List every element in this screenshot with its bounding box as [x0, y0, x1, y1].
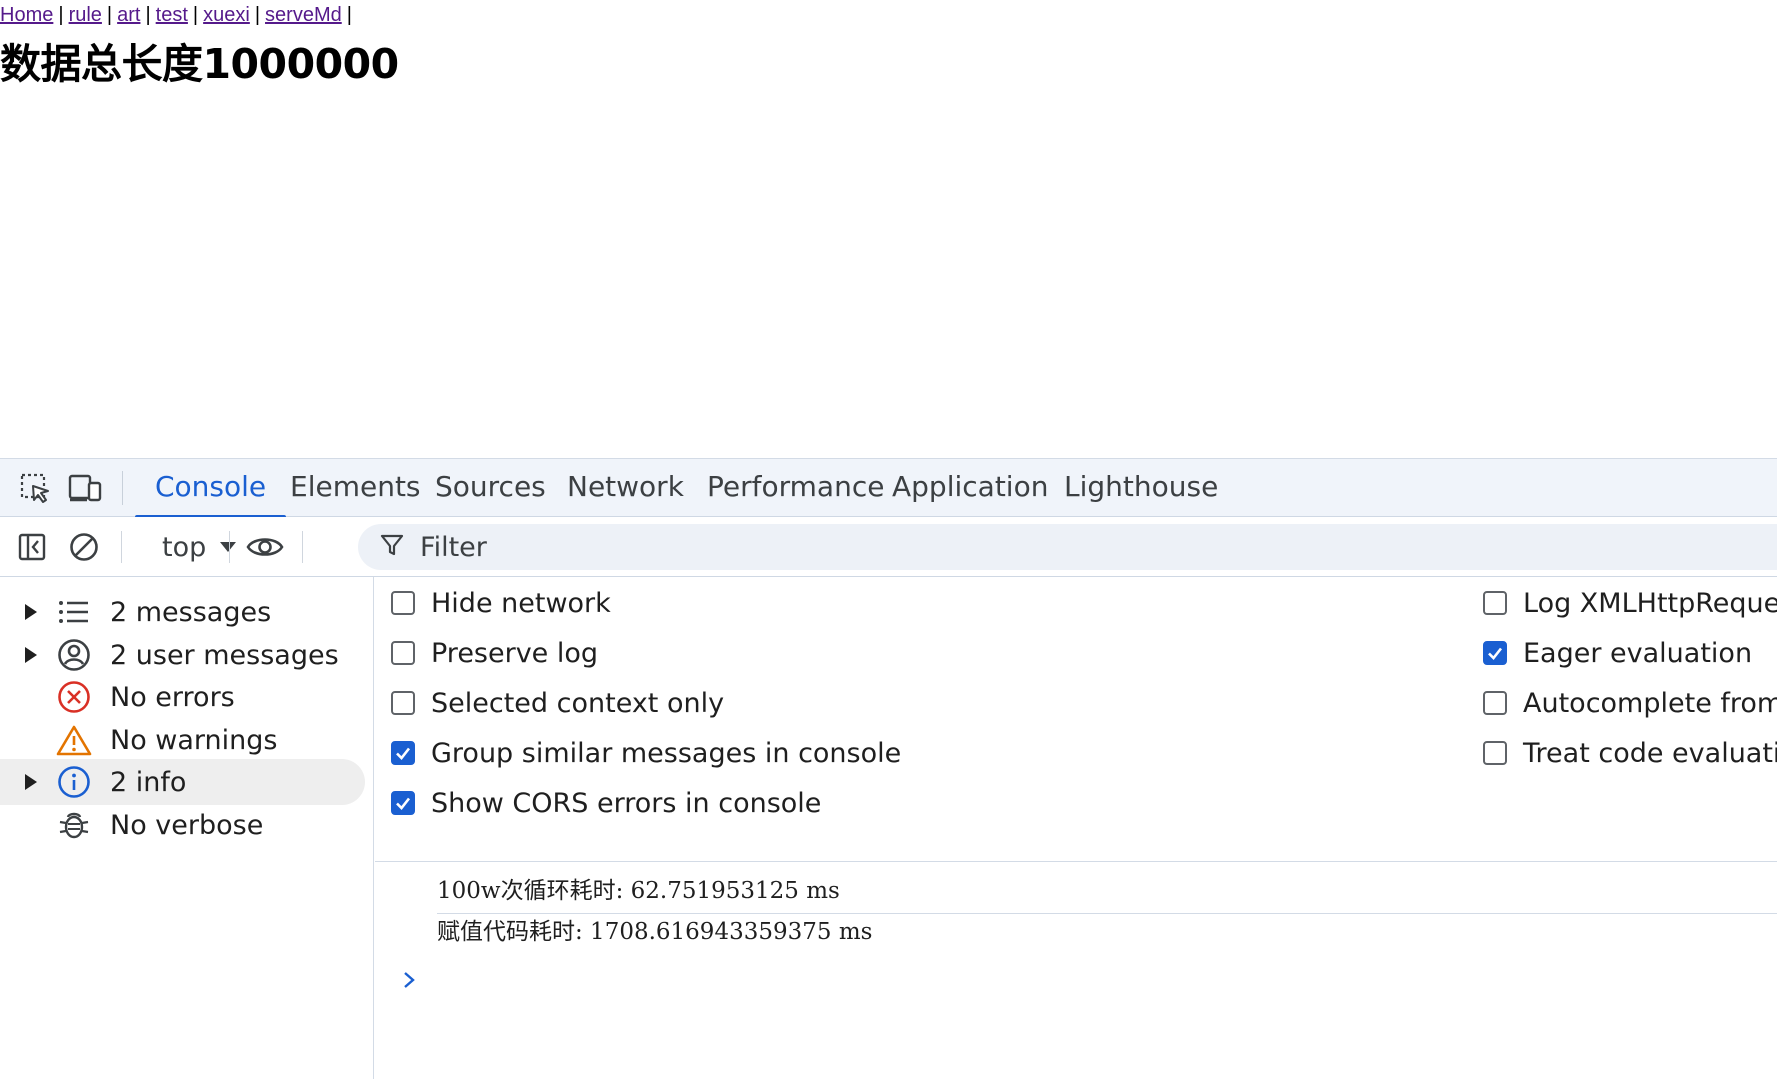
checkmark-icon	[396, 747, 411, 760]
nav-link-home[interactable]: Home	[0, 4, 53, 26]
nav-link-servemd[interactable]: serveMd	[265, 4, 342, 26]
console-message: 100w次循环耗时: 62.751953125 ms	[437, 878, 840, 904]
console-prompt-chevron-icon[interactable]	[399, 970, 419, 990]
log-xhr-option[interactable]: Log XMLHttpReques	[1483, 583, 1777, 623]
sidebar-item-label: 2 info	[110, 766, 187, 798]
context-selector[interactable]: top	[162, 529, 237, 565]
user-icon	[55, 636, 93, 674]
autocomplete-from-history-option[interactable]: Autocomplete from	[1483, 683, 1777, 723]
sidebar-item-user-messages[interactable]: 2 user messages	[0, 632, 365, 678]
tab-console[interactable]: Console	[134, 459, 287, 518]
option-label: Preserve log	[431, 637, 599, 669]
expand-arrow-icon[interactable]	[25, 774, 37, 790]
nav-separator: |	[192, 4, 199, 26]
console-message: 赋值代码耗时: 1708.616943359375 ms	[437, 919, 873, 945]
nav-separator: |	[58, 4, 64, 26]
sidebar-item-errors[interactable]: No errors	[0, 674, 365, 720]
context-selector-label: top	[162, 531, 207, 563]
group-similar-checkbox[interactable]	[391, 741, 415, 765]
option-label: Show CORS errors in console	[431, 787, 822, 819]
expand-arrow-icon[interactable]	[25, 647, 37, 663]
checkmark-icon	[1488, 647, 1503, 660]
sidebar-item-info[interactable]: 2 info	[0, 759, 365, 805]
sidebar-item-label: No warnings	[110, 724, 278, 756]
page-heading: 数据总长度1000000	[0, 40, 399, 88]
toolbar-divider	[302, 531, 303, 563]
group-similar-option[interactable]: Group similar messages in console	[391, 733, 901, 773]
treat-code-evaluation-checkbox[interactable]	[1483, 741, 1507, 765]
sidebar-item-label: 2 messages	[110, 596, 272, 628]
toolbar-divider	[121, 531, 122, 563]
preserve-log-option[interactable]: Preserve log	[391, 633, 598, 673]
console-output: 100w次循环耗时: 62.751953125 ms 赋值代码耗时: 1708.…	[375, 862, 1777, 1079]
device-toolbar-icon[interactable]	[66, 471, 104, 505]
tab-network[interactable]: Network	[567, 459, 684, 517]
eager-evaluation-option[interactable]: Eager evaluation	[1483, 633, 1752, 673]
show-cors-errors-option[interactable]: Show CORS errors in console	[391, 783, 821, 823]
selected-context-only-checkbox[interactable]	[391, 691, 415, 715]
option-label: Hide network	[431, 587, 611, 619]
autocomplete-checkbox[interactable]	[1483, 691, 1507, 715]
filter-box[interactable]	[358, 524, 1777, 570]
error-icon	[55, 678, 93, 716]
option-label: Group similar messages in console	[431, 737, 902, 769]
list-icon	[55, 593, 93, 631]
top-nav: Home | rule | art | test | xuexi | serveMd |	[0, 4, 357, 27]
preserve-log-checkbox[interactable]	[391, 641, 415, 665]
web-page: Home | rule | art | test | xuexi | serveMd | 数据总长度1…	[0, 0, 1777, 458]
tab-performance[interactable]: Performance	[707, 459, 884, 517]
eager-evaluation-checkbox[interactable]	[1483, 641, 1507, 665]
selected-context-only-option[interactable]: Selected context only	[391, 683, 724, 723]
sidebar-toggle-icon[interactable]	[12, 529, 52, 565]
treat-code-evaluation-option[interactable]: Treat code evaluatio	[1483, 733, 1777, 773]
console-settings: Hide network Preserve log Selected conte…	[375, 577, 1777, 862]
checkmark-icon	[396, 797, 411, 810]
nav-separator: |	[346, 4, 352, 26]
option-label: Log XMLHttpReques	[1523, 587, 1777, 619]
sidebar-item-label: No verbose	[110, 809, 264, 841]
filter-funnel-icon	[380, 533, 404, 561]
tab-application[interactable]: Application	[892, 459, 1048, 517]
show-cors-errors-checkbox[interactable]	[391, 791, 415, 815]
clear-console-icon[interactable]	[64, 529, 104, 565]
sidebar-item-label: 2 user messages	[110, 639, 339, 671]
nav-link-test[interactable]: test	[156, 4, 188, 26]
nav-separator: |	[254, 4, 261, 26]
option-label: Selected context only	[431, 687, 725, 719]
option-label: Treat code evaluatio	[1523, 737, 1777, 769]
hide-network-checkbox[interactable]	[391, 591, 415, 615]
live-expression-eye-icon[interactable]	[245, 529, 285, 565]
nav-separator: |	[106, 4, 113, 26]
option-label: Autocomplete from	[1523, 687, 1777, 719]
sidebar-item-verbose[interactable]: No verbose	[0, 802, 365, 848]
log-xhr-checkbox[interactable]	[1483, 591, 1507, 615]
devtools-tab-bar: Console Elements Sources Network Perform…	[0, 459, 1777, 518]
expand-arrow-icon[interactable]	[25, 604, 37, 620]
nav-link-xuexi[interactable]: xuexi	[203, 4, 250, 26]
console-toolbar: top	[0, 517, 1777, 577]
console-sidebar: 2 messages 2 user messages No errors No …	[0, 577, 374, 1079]
toolbar-divider	[229, 531, 230, 563]
bug-icon	[55, 806, 93, 844]
nav-link-rule[interactable]: rule	[69, 4, 102, 26]
sidebar-item-messages[interactable]: 2 messages	[0, 589, 365, 635]
info-icon	[55, 763, 93, 801]
tab-sources[interactable]: Sources	[435, 459, 546, 517]
sidebar-item-label: No errors	[110, 681, 235, 713]
tab-elements[interactable]: Elements	[290, 459, 421, 517]
option-label: Eager evaluation	[1523, 637, 1753, 669]
devtools-panel: Console Elements Sources Network Perform…	[0, 458, 1777, 1079]
filter-input[interactable]	[418, 530, 1018, 564]
tab-lighthouse[interactable]: Lighthouse	[1064, 459, 1218, 517]
nav-separator: |	[145, 4, 151, 26]
nav-link-art[interactable]: art	[117, 4, 140, 26]
sidebar-item-warnings[interactable]: No warnings	[0, 717, 365, 763]
warning-icon	[55, 721, 93, 759]
hide-network-option[interactable]: Hide network	[391, 583, 611, 623]
tab-bar-divider	[122, 471, 123, 505]
inspect-element-icon[interactable]	[16, 471, 54, 505]
